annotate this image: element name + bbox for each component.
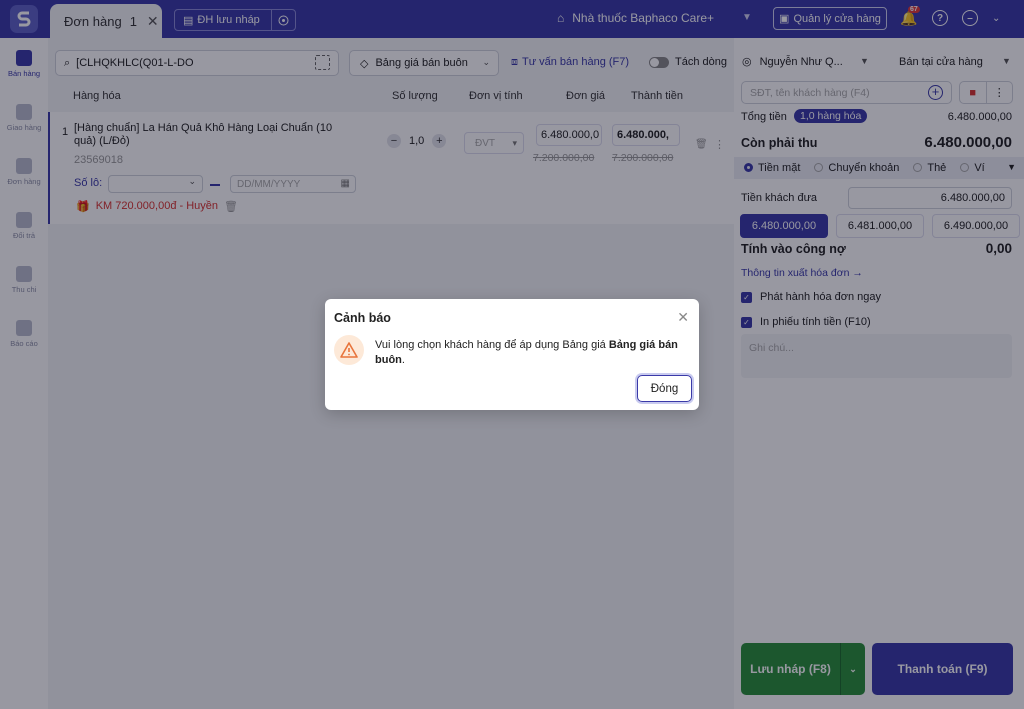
warning-icon (334, 335, 364, 365)
close-icon[interactable]: ✕ (677, 309, 689, 326)
warning-dialog: Cảnh báo ✕ Vui lòng chọn khách hàng để á… (325, 299, 699, 410)
dialog-title: Cảnh báo (334, 311, 391, 325)
dialog-message-text: Vui lòng chọn khách hàng để áp dụng Bảng… (375, 339, 609, 351)
dialog-message-end: . (401, 354, 405, 366)
dialog-message: Vui lòng chọn khách hàng để áp dụng Bảng… (375, 338, 685, 368)
close-dialog-button[interactable]: Đóng (637, 375, 692, 402)
